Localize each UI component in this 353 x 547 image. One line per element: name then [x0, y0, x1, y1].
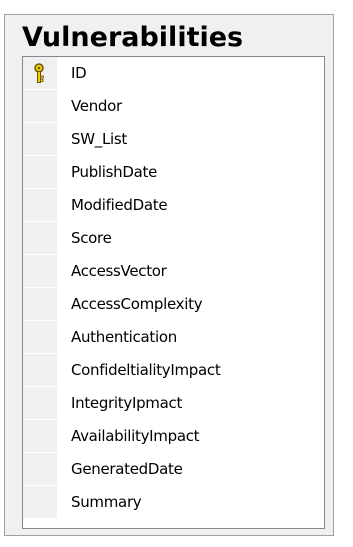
row-selector[interactable] — [23, 123, 57, 156]
column-name[interactable]: IntegrityIpmact — [57, 387, 324, 420]
column-row[interactable]: Score — [23, 222, 324, 255]
column-row-id[interactable]: ID — [23, 57, 324, 90]
row-selector[interactable] — [23, 387, 57, 420]
column-row[interactable]: Vendor — [23, 90, 324, 123]
row-selector[interactable] — [23, 189, 57, 222]
column-name[interactable]: ConfideltialityImpact — [57, 354, 324, 387]
row-selector[interactable] — [23, 420, 57, 453]
column-row[interactable]: Authentication — [23, 321, 324, 354]
row-selector[interactable] — [23, 222, 57, 255]
row-selector[interactable] — [23, 354, 57, 387]
column-row[interactable]: Summary — [23, 486, 324, 519]
column-row[interactable]: GeneratedDate — [23, 453, 324, 486]
column-name[interactable]: AvailabilityImpact — [57, 420, 324, 453]
column-row[interactable]: PublishDate — [23, 156, 324, 189]
row-selector[interactable] — [23, 90, 57, 123]
column-name[interactable]: AccessVector — [57, 255, 324, 288]
key-icon — [34, 63, 44, 83]
column-list[interactable]: ID Vendor SW_List PublishDate ModifiedDa… — [22, 56, 325, 529]
column-row[interactable]: AvailabilityImpact — [23, 420, 324, 453]
column-name[interactable]: Score — [57, 222, 324, 255]
row-selector[interactable] — [23, 156, 57, 189]
column-name[interactable]: Vendor — [57, 90, 324, 123]
column-name[interactable]: ID — [57, 57, 324, 90]
column-name[interactable]: GeneratedDate — [57, 453, 324, 486]
row-selector[interactable] — [23, 453, 57, 486]
column-row[interactable]: AccessComplexity — [23, 288, 324, 321]
row-selector[interactable] — [23, 255, 57, 288]
row-selector[interactable] — [23, 57, 57, 90]
table-title[interactable]: Vulnerabilities — [22, 20, 243, 56]
column-row[interactable]: IntegrityIpmact — [23, 387, 324, 420]
column-name[interactable]: PublishDate — [57, 156, 324, 189]
column-row[interactable]: SW_List — [23, 123, 324, 156]
column-name[interactable]: Summary — [57, 486, 324, 519]
column-row[interactable]: AccessVector — [23, 255, 324, 288]
row-selector[interactable] — [23, 486, 57, 519]
column-row[interactable]: ModifiedDate — [23, 189, 324, 222]
column-name[interactable]: Authentication — [57, 321, 324, 354]
row-selector[interactable] — [23, 288, 57, 321]
column-name[interactable]: AccessComplexity — [57, 288, 324, 321]
column-name[interactable]: ModifiedDate — [57, 189, 324, 222]
column-name[interactable]: SW_List — [57, 123, 324, 156]
column-row[interactable]: ConfideltialityImpact — [23, 354, 324, 387]
row-selector[interactable] — [23, 321, 57, 354]
